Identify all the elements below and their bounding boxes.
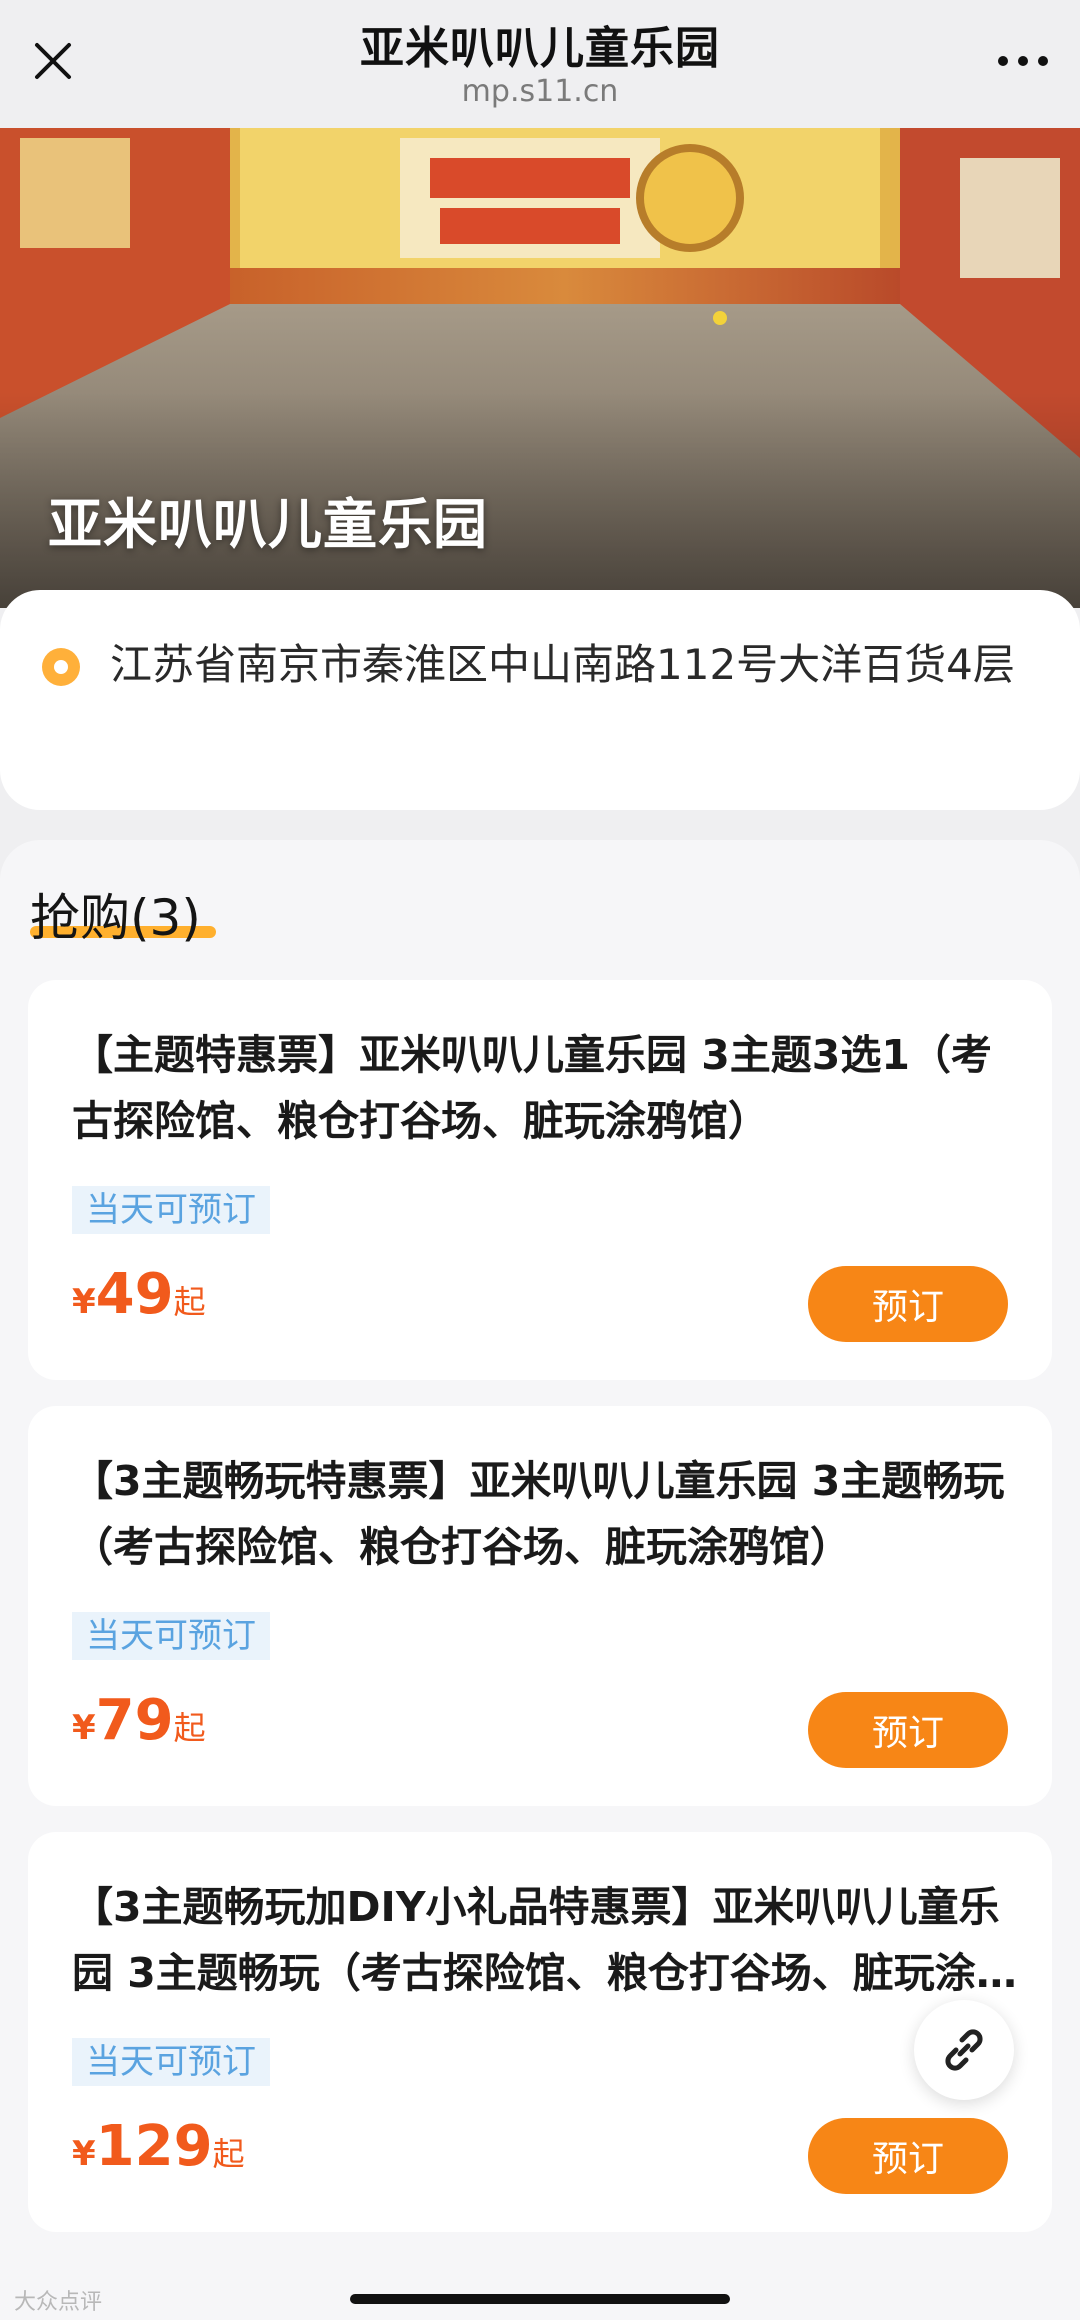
currency-symbol: ¥ (72, 2134, 96, 2174)
deal-title: 【3主题畅玩特惠票】亚米叭叭儿童乐园 3主题畅玩（考古探险馆、粮仓打谷场、脏玩涂… (72, 1457, 1005, 1571)
page-title: 亚米叭叭儿童乐园 (360, 23, 720, 74)
address-text: 江苏省南京市秦淮区中山南路112号大洋百货4层 (110, 640, 1015, 689)
watermark: 大众点评 (14, 2290, 103, 2315)
page-domain: mp.s11.cn (461, 74, 619, 109)
deal-card[interactable]: 【3主题畅玩加DIY小礼品特惠票】亚米叭叭儿童乐园 3主题畅玩（考古探险馆、粮仓… (28, 1832, 1052, 2232)
link-icon (945, 2029, 983, 2071)
hero-banner: 亚米叭叭儿童乐园 (0, 128, 1080, 608)
price-value: 79 (95, 1688, 174, 1753)
deal-card[interactable]: 【3主题畅玩特惠票】亚米叭叭儿童乐园 3主题畅玩（考古探险馆、粮仓打谷场、脏玩涂… (28, 1406, 1052, 1806)
book-button[interactable]: 预订 (808, 1266, 1008, 1342)
deal-price: ¥49起 (72, 1262, 206, 1327)
price-value: 129 (95, 2114, 213, 2179)
more-button[interactable] (988, 30, 1058, 92)
availability-tag: 当天可预订 (72, 1186, 270, 1234)
home-indicator (350, 2294, 730, 2304)
price-suffix: 起 (173, 1283, 206, 1321)
availability-tag: 当天可预订 (72, 2038, 270, 2086)
price-value: 49 (95, 1262, 174, 1327)
app-root: 亚米叭叭儿童乐园 mp.s11.cn 亚米叭叭儿童乐园 江苏省南京市秦淮区中山南… (0, 0, 1080, 2320)
currency-symbol: ¥ (72, 1282, 96, 1322)
price-suffix: 起 (173, 1709, 206, 1747)
availability-tag: 当天可预订 (72, 1612, 270, 1660)
currency-symbol: ¥ (72, 1708, 96, 1748)
address-card[interactable]: 江苏省南京市秦淮区中山南路112号大洋百货4层 (0, 590, 1080, 810)
deals-header: 抢购(3) (30, 878, 216, 948)
deals-section: 抢购(3) 【主题特惠票】亚米叭叭儿童乐园 3主题3选1（考古探险馆、粮仓打谷场… (0, 840, 1080, 2320)
top-bar: 亚米叭叭儿童乐园 mp.s11.cn (0, 0, 1080, 128)
deal-price: ¥79起 (72, 1688, 206, 1753)
book-button[interactable]: 预订 (808, 2118, 1008, 2194)
more-dots-icon (998, 56, 1048, 66)
deal-card[interactable]: 【主题特惠票】亚米叭叭儿童乐园 3主题3选1（考古探险馆、粮仓打谷场、脏玩涂鸦馆… (28, 980, 1052, 1380)
share-link-button[interactable] (914, 2000, 1014, 2100)
hero-title: 亚米叭叭儿童乐园 (48, 493, 488, 556)
deals-title: 抢购(3) (30, 889, 201, 947)
book-button[interactable]: 预订 (808, 1692, 1008, 1768)
location-pin-icon (42, 648, 80, 686)
price-suffix: 起 (212, 2135, 245, 2173)
deal-title: 【3主题畅玩加DIY小礼品特惠票】亚米叭叭儿童乐园 3主题畅玩（考古探险馆、粮仓… (72, 1883, 1017, 1997)
deal-title: 【主题特惠票】亚米叭叭儿童乐园 3主题3选1（考古探险馆、粮仓打谷场、脏玩涂鸦馆… (72, 1031, 992, 1145)
deal-price: ¥129起 (72, 2114, 245, 2179)
